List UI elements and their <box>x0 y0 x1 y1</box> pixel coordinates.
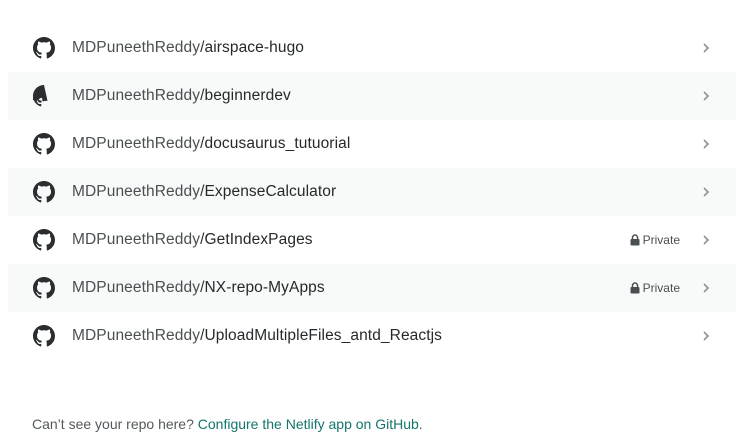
configure-netlify-app-link[interactable]: Configure the Netlify app on GitHub <box>198 416 419 432</box>
repo-row[interactable]: MDPuneethReddy/GetIndexPages Private <box>8 216 736 264</box>
repo-owner: MDPuneethReddy <box>72 39 201 56</box>
repo-title: NX-repo-MyApps <box>204 279 325 296</box>
repo-row[interactable]: MDPuneethReddy/UploadMultipleFiles_antd_… <box>8 312 736 360</box>
repo-owner: MDPuneethReddy <box>72 327 201 344</box>
footer-note: Can’t see your repo here? Configure the … <box>32 416 423 432</box>
private-badge: Private <box>630 264 680 312</box>
repo-title: ExpenseCalculator <box>204 183 337 200</box>
chevron-right-icon <box>703 187 710 197</box>
repo-owner: MDPuneethReddy <box>72 87 201 104</box>
repo-row[interactable]: MDPuneethReddy/docusaurus_tutuorial <box>8 120 736 168</box>
repo-name: MDPuneethReddy/docusaurus_tutuorial <box>72 120 350 168</box>
lock-icon <box>630 234 640 246</box>
private-label: Private <box>642 233 680 247</box>
github-icon <box>33 277 55 299</box>
lock-icon <box>630 282 640 294</box>
repo-row[interactable]: MDPuneethReddy/ExpenseCalculator <box>8 168 736 216</box>
repo-title: beginnerdev <box>204 87 291 104</box>
repo-name: MDPuneethReddy/ExpenseCalculator <box>72 168 336 216</box>
repo-row[interactable]: MDPuneethReddy/airspace-hugo <box>8 24 736 72</box>
repo-name: MDPuneethReddy/NX-repo-MyApps <box>72 264 325 312</box>
repo-owner: MDPuneethReddy <box>72 135 201 152</box>
repo-owner: MDPuneethReddy <box>72 279 201 296</box>
repo-title: UploadMultipleFiles_antd_Reactjs <box>204 327 443 344</box>
github-icon <box>33 181 55 203</box>
github-icon <box>33 229 55 251</box>
repo-name: MDPuneethReddy/UploadMultipleFiles_antd_… <box>72 312 442 360</box>
repo-name: MDPuneethReddy/GetIndexPages <box>72 216 313 264</box>
github-icon <box>33 37 55 59</box>
chevron-right-icon <box>703 43 710 53</box>
chevron-right-icon <box>703 91 710 101</box>
private-badge: Private <box>630 216 680 264</box>
repo-title: GetIndexPages <box>204 231 313 248</box>
repo-list: MDPuneethReddy/airspace-hugo MDPuneethRe… <box>8 24 736 360</box>
repo-row[interactable]: MDPuneethReddy/beginnerdev <box>8 72 736 120</box>
github-icon <box>33 85 55 107</box>
footer-text: Can’t see your repo here? <box>32 416 198 432</box>
repo-owner: MDPuneethReddy <box>72 183 201 200</box>
repo-name: MDPuneethReddy/airspace-hugo <box>72 24 304 72</box>
chevron-right-icon <box>703 235 710 245</box>
chevron-right-icon <box>703 139 710 149</box>
repo-row[interactable]: MDPuneethReddy/NX-repo-MyApps Private <box>8 264 736 312</box>
github-icon <box>33 325 55 347</box>
footer-end: . <box>418 416 423 432</box>
repo-title: docusaurus_tutuorial <box>204 135 351 152</box>
repo-title: airspace-hugo <box>204 39 305 56</box>
repo-name: MDPuneethReddy/beginnerdev <box>72 72 291 120</box>
github-icon <box>33 133 55 155</box>
private-label: Private <box>642 281 680 295</box>
chevron-right-icon <box>703 331 710 341</box>
chevron-right-icon <box>703 283 710 293</box>
repo-owner: MDPuneethReddy <box>72 231 201 248</box>
